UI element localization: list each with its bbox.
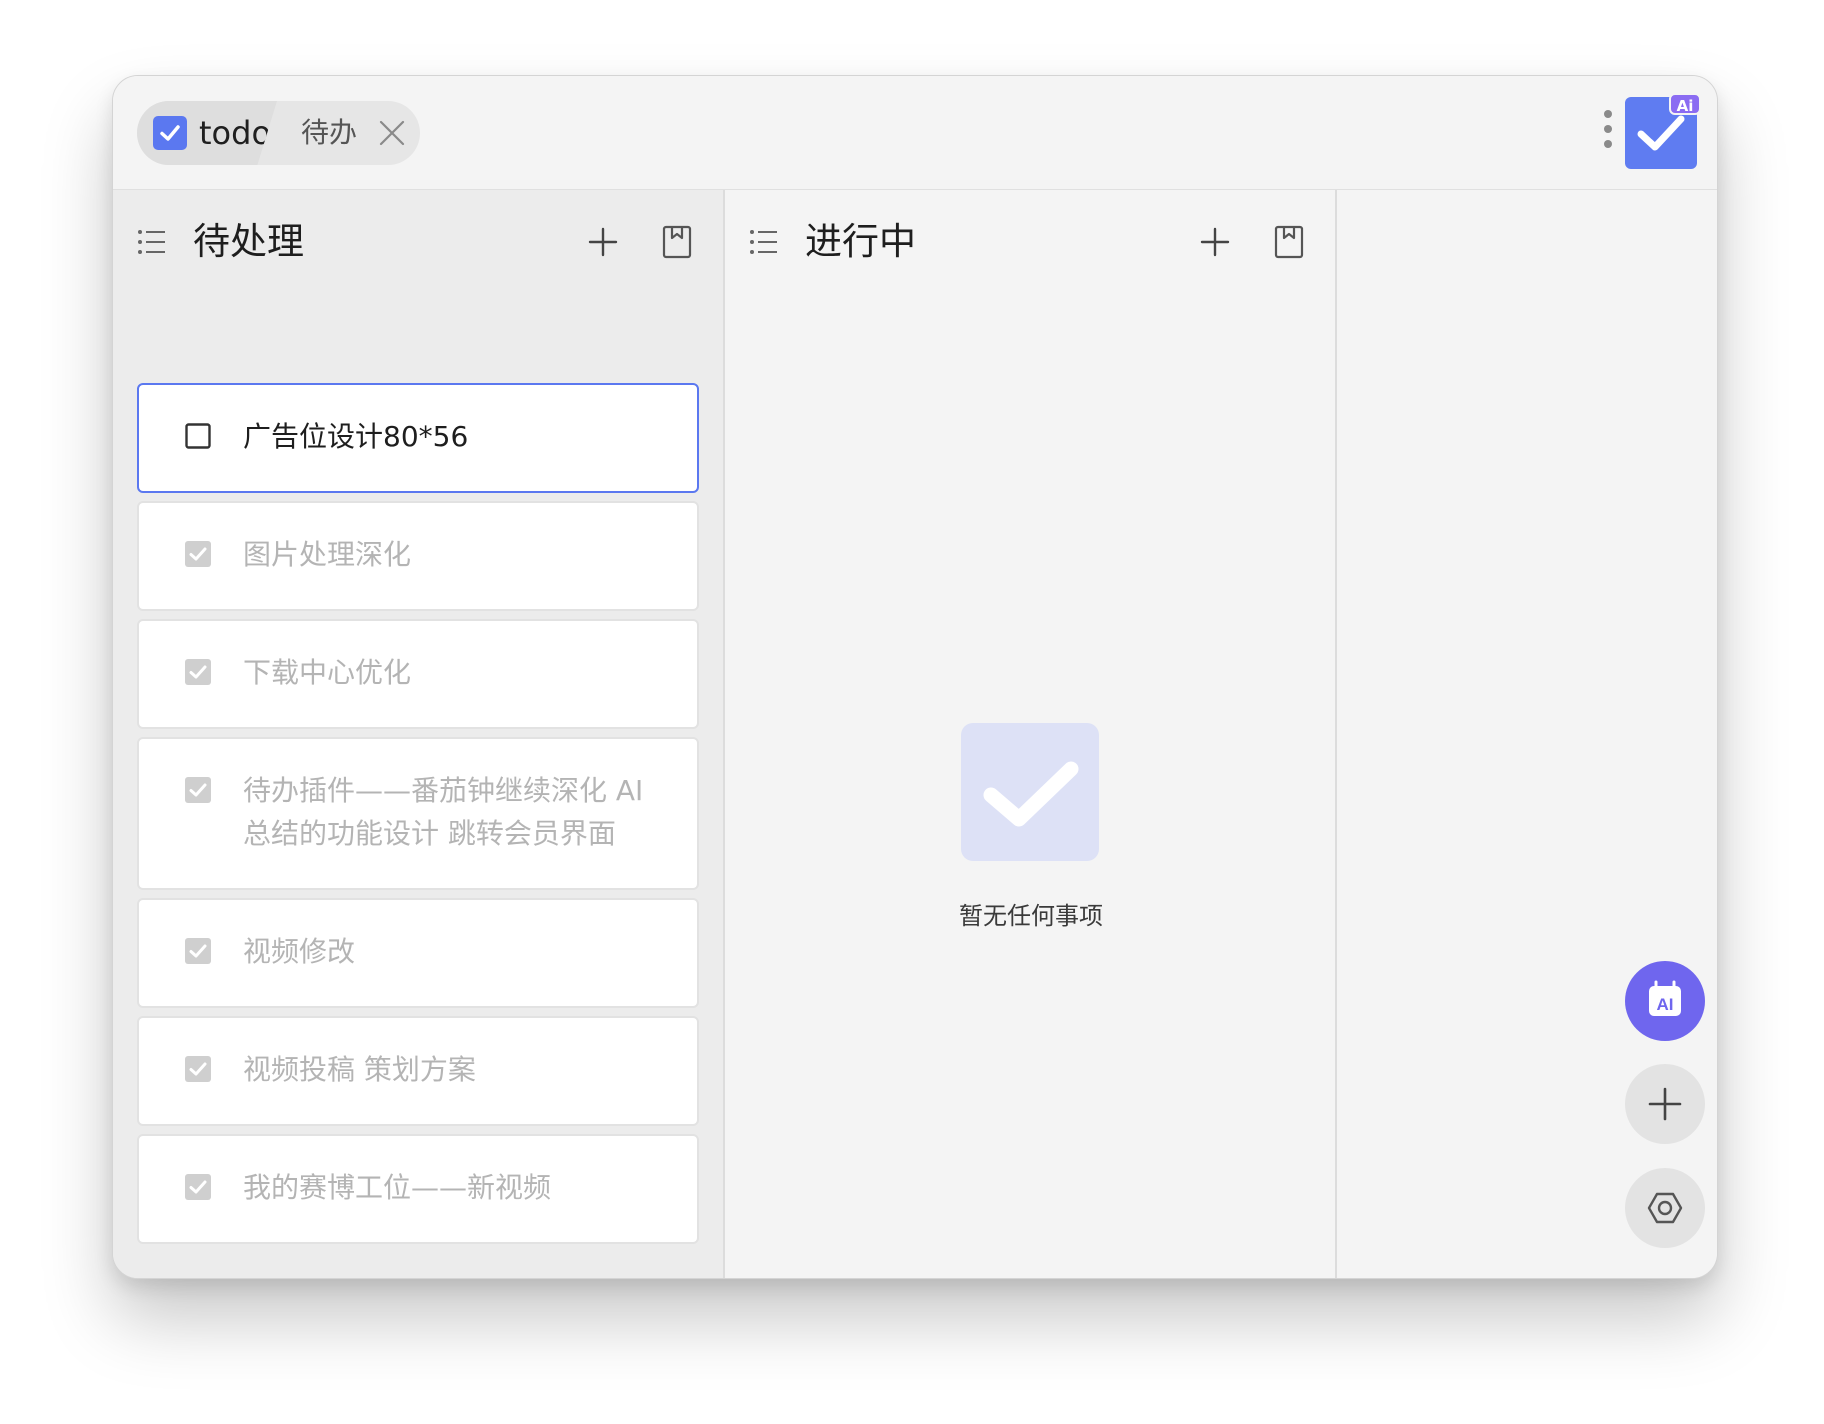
column-header: 待处理 bbox=[113, 190, 723, 300]
task-card[interactable]: 待办插件——番茄钟继续深化 AI总结的功能设计 跳转会员界面 bbox=[137, 737, 699, 890]
column-in-progress: 进行中 暂无任何事项 bbox=[725, 190, 1337, 1278]
bookmark-icon[interactable] bbox=[1273, 224, 1305, 260]
task-text: 我的赛博工位——新视频 bbox=[243, 1171, 552, 1204]
checkbox-checked-icon[interactable] bbox=[185, 659, 211, 685]
task-text: 视频投稿 策划方案 bbox=[243, 1053, 476, 1086]
column-header: 进行中 bbox=[725, 190, 1335, 300]
list-icon[interactable] bbox=[137, 228, 167, 256]
checkbox-checked-icon[interactable] bbox=[185, 1056, 211, 1082]
task-card[interactable]: 我的赛博工位——新视频 bbox=[137, 1134, 699, 1244]
tab-bar: todo 待办 bbox=[137, 101, 420, 165]
task-text: 视频修改 bbox=[243, 935, 356, 968]
column-title: 待处理 bbox=[193, 220, 304, 263]
settings-icon[interactable] bbox=[1625, 1168, 1705, 1248]
checkbox-icon[interactable] bbox=[185, 423, 211, 449]
bookmark-icon[interactable] bbox=[661, 224, 693, 260]
task-card[interactable]: 视频投稿 策划方案 bbox=[137, 1016, 699, 1126]
task-card[interactable]: 下载中心优化 bbox=[137, 619, 699, 729]
add-button[interactable] bbox=[1625, 1064, 1705, 1144]
ai-button-label: AI bbox=[1657, 995, 1674, 1014]
ai-summary-button[interactable]: AI bbox=[1625, 961, 1705, 1041]
empty-state-check-icon bbox=[961, 723, 1099, 861]
add-task-button[interactable] bbox=[1199, 226, 1231, 258]
close-icon[interactable] bbox=[377, 118, 407, 148]
task-card[interactable]: 图片处理深化 bbox=[137, 501, 699, 611]
todo-check-icon bbox=[153, 116, 187, 150]
task-text: 图片处理深化 bbox=[243, 538, 412, 571]
task-card[interactable]: 视频修改 bbox=[137, 898, 699, 1008]
more-icon[interactable] bbox=[1601, 110, 1615, 156]
ai-badge: Ai bbox=[1669, 93, 1701, 115]
tab-todo[interactable]: todo bbox=[137, 101, 277, 165]
checkbox-checked-icon[interactable] bbox=[185, 777, 211, 803]
add-task-button[interactable] bbox=[587, 226, 619, 258]
column-pending: 待处理 广告位设计80*56 图片处理深化 下载中心优化 待办插件——番茄钟继续… bbox=[113, 190, 725, 1278]
app-logo-button[interactable]: Ai bbox=[1625, 93, 1701, 169]
empty-state-text: 暂无任何事项 bbox=[959, 902, 1103, 930]
title-bar: todo 待办 Ai bbox=[113, 76, 1717, 190]
task-text: 广告位设计80*56 bbox=[243, 420, 469, 453]
task-card[interactable]: 广告位设计80*56 bbox=[137, 383, 699, 493]
column-title: 进行中 bbox=[805, 220, 916, 263]
checkbox-checked-icon[interactable] bbox=[185, 541, 211, 567]
list-icon[interactable] bbox=[749, 228, 779, 256]
tab-daiban-label[interactable]: 待办 bbox=[301, 114, 357, 152]
tab-todo-label: todo bbox=[199, 114, 272, 152]
task-text: 待办插件——番茄钟继续深化 AI总结的功能设计 跳转会员界面 bbox=[243, 774, 644, 850]
task-text: 下载中心优化 bbox=[243, 656, 412, 689]
app-window: todo 待办 Ai 待处理 广告位设计80*56 图片处理深化 下载中心优化 … bbox=[112, 75, 1718, 1279]
checkbox-checked-icon[interactable] bbox=[185, 938, 211, 964]
checkbox-checked-icon[interactable] bbox=[185, 1174, 211, 1200]
